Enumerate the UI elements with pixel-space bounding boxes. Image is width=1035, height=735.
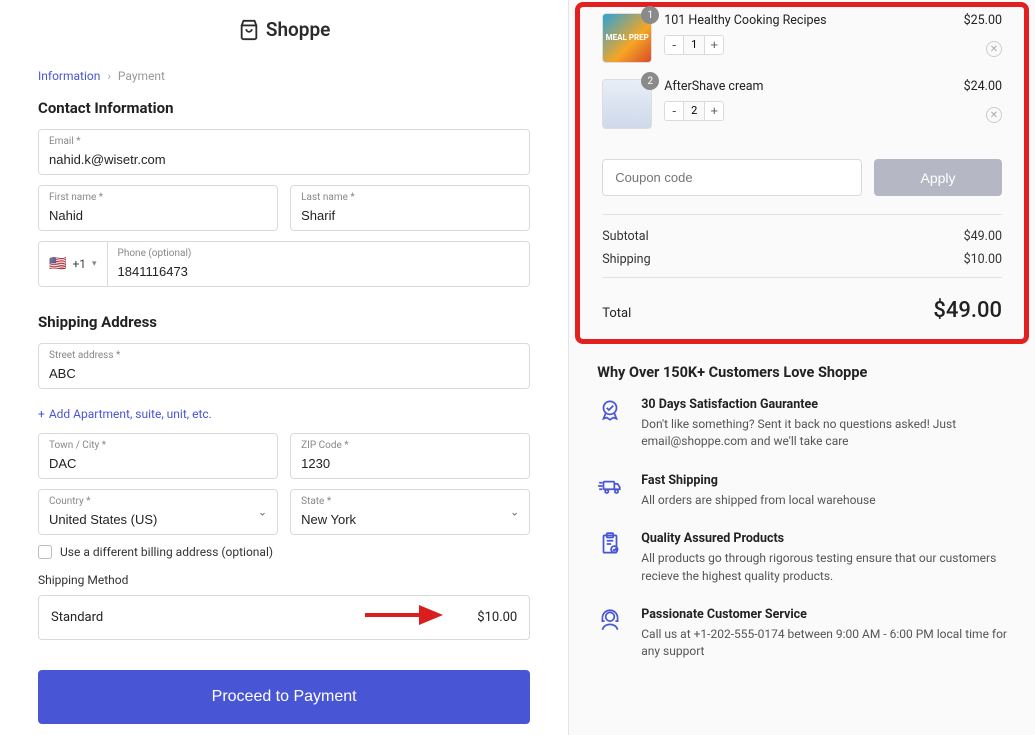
brand-logo: Shoppe bbox=[238, 18, 331, 41]
benefit-row: Passionate Customer Service Call us at +… bbox=[569, 607, 1035, 683]
breadcrumb: Information › Payment bbox=[38, 69, 530, 83]
benefit-title: Quality Assured Products bbox=[641, 531, 1007, 546]
city-input[interactable] bbox=[49, 456, 267, 471]
phone-label: Phone (optional) bbox=[118, 248, 520, 259]
state-value[interactable] bbox=[301, 512, 519, 527]
proceed-to-payment-button[interactable]: Proceed to Payment bbox=[38, 670, 530, 724]
qty-decrease-button[interactable]: - bbox=[665, 36, 683, 54]
cart-item: 2 AfterShave cream - 2 + $24.00 ✕ bbox=[602, 75, 1002, 141]
city-field-wrap[interactable]: Town / City * bbox=[38, 433, 278, 479]
us-flag-icon: 🇺🇸 bbox=[49, 256, 66, 272]
benefit-row: Fast Shipping All orders are shipped fro… bbox=[569, 473, 1035, 531]
qty-increase-button[interactable]: + bbox=[705, 102, 723, 120]
subtotal-value: $49.00 bbox=[964, 229, 1002, 244]
different-billing-checkbox-row[interactable]: Use a different billing address (optiona… bbox=[38, 545, 530, 559]
shopping-bag-icon bbox=[238, 19, 260, 41]
street-label: Street address * bbox=[49, 350, 519, 361]
shipping-label: Shipping bbox=[602, 252, 650, 267]
email-input[interactable] bbox=[49, 152, 519, 167]
phone-prefix: +1 bbox=[72, 257, 86, 271]
annotation-arrow-icon bbox=[363, 603, 443, 631]
plus-icon: + bbox=[38, 407, 45, 421]
zip-input[interactable] bbox=[301, 456, 519, 471]
last-name-field-wrap[interactable]: Last name * bbox=[290, 185, 530, 231]
zip-field-wrap[interactable]: ZIP Code * bbox=[290, 433, 530, 479]
state-select[interactable]: State * ⌄ bbox=[290, 489, 530, 535]
street-field-wrap[interactable]: Street address * bbox=[38, 343, 530, 389]
country-label: Country * bbox=[49, 496, 267, 507]
remove-item-button[interactable]: ✕ bbox=[986, 41, 1002, 57]
first-name-input[interactable] bbox=[49, 208, 267, 223]
cart-summary-box: MEAL PREP 1 101 Healthy Cooking Recipes … bbox=[575, 2, 1029, 344]
benefit-title: 30 Days Satisfaction Gaurantee bbox=[641, 397, 1007, 412]
brand-logo-row: Shoppe bbox=[38, 18, 530, 45]
benefits-heading: Why Over 150K+ Customers Love Shoppe bbox=[597, 364, 1007, 381]
qty-decrease-button[interactable]: - bbox=[665, 102, 683, 120]
shipping-heading: Shipping Address bbox=[38, 313, 530, 331]
coupon-code-input[interactable] bbox=[602, 159, 862, 196]
shipping-method-price: $10.00 bbox=[477, 610, 517, 625]
breadcrumb-next[interactable]: Payment bbox=[118, 69, 165, 83]
breadcrumb-current[interactable]: Information bbox=[38, 69, 100, 83]
contact-heading: Contact Information bbox=[38, 99, 530, 117]
qty-badge: 2 bbox=[641, 72, 659, 90]
country-select[interactable]: Country * ⌄ bbox=[38, 489, 278, 535]
benefit-title: Fast Shipping bbox=[641, 473, 875, 488]
benefit-text: Call us at +1-202-555-0174 between 9:00 … bbox=[641, 626, 1007, 661]
fast-shipping-icon bbox=[597, 473, 625, 509]
city-label: Town / City * bbox=[49, 440, 267, 451]
quantity-stepper[interactable]: - 2 + bbox=[664, 101, 724, 121]
qty-badge: 1 bbox=[641, 6, 659, 24]
state-label: State * bbox=[301, 496, 519, 507]
benefit-title: Passionate Customer Service bbox=[641, 607, 1007, 622]
shipping-value: $10.00 bbox=[964, 252, 1002, 267]
apply-coupon-button[interactable]: Apply bbox=[874, 159, 1002, 196]
cart-item-name: 101 Healthy Cooking Recipes bbox=[664, 13, 951, 28]
total-label: Total bbox=[602, 306, 631, 321]
total-value: $49.00 bbox=[933, 298, 1002, 323]
benefit-text: All orders are shipped from local wareho… bbox=[641, 492, 875, 509]
email-label: Email * bbox=[49, 136, 519, 147]
support-headset-icon bbox=[597, 607, 625, 661]
chevron-right-icon: › bbox=[107, 69, 111, 83]
shipping-method-option[interactable]: Standard $10.00 bbox=[38, 595, 530, 640]
checkout-form-panel: Shoppe Information › Payment Contact Inf… bbox=[0, 0, 569, 735]
clipboard-check-icon bbox=[597, 531, 625, 585]
add-apartment-link[interactable]: + Add Apartment, suite, unit, etc. bbox=[38, 407, 212, 421]
benefit-row: Quality Assured Products All products go… bbox=[569, 531, 1035, 607]
subtotal-label: Subtotal bbox=[602, 229, 648, 244]
add-apartment-label: Add Apartment, suite, unit, etc. bbox=[49, 407, 212, 421]
order-summary-panel: MEAL PREP 1 101 Healthy Cooking Recipes … bbox=[569, 0, 1035, 735]
phone-country-select[interactable]: 🇺🇸 +1 ▾ bbox=[39, 242, 108, 286]
cart-item: MEAL PREP 1 101 Healthy Cooking Recipes … bbox=[602, 9, 1002, 75]
brand-name: Shoppe bbox=[266, 18, 331, 41]
different-billing-label: Use a different billing address (optiona… bbox=[60, 545, 273, 559]
qty-value: 1 bbox=[683, 36, 705, 54]
last-name-input[interactable] bbox=[301, 208, 519, 223]
cart-item-name: AfterShave cream bbox=[664, 79, 951, 94]
quantity-stepper[interactable]: - 1 + bbox=[664, 35, 724, 55]
country-value[interactable] bbox=[49, 512, 267, 527]
qty-value: 2 bbox=[683, 102, 705, 120]
chevron-down-icon: ▾ bbox=[92, 259, 97, 269]
phone-field-wrap[interactable]: 🇺🇸 +1 ▾ Phone (optional) bbox=[38, 241, 530, 287]
first-name-field-wrap[interactable]: First name * bbox=[38, 185, 278, 231]
remove-item-button[interactable]: ✕ bbox=[986, 107, 1002, 123]
phone-input[interactable] bbox=[118, 264, 520, 279]
benefit-text: Don't like something? Sent it back no qu… bbox=[641, 416, 1007, 451]
shipping-method-name: Standard bbox=[51, 610, 103, 625]
street-input[interactable] bbox=[49, 366, 519, 381]
email-field-wrap[interactable]: Email * bbox=[38, 129, 530, 175]
checkbox-icon[interactable] bbox=[38, 545, 52, 559]
first-name-label: First name * bbox=[49, 192, 267, 203]
qty-increase-button[interactable]: + bbox=[705, 36, 723, 54]
guarantee-badge-icon bbox=[597, 397, 625, 451]
zip-label: ZIP Code * bbox=[301, 440, 519, 451]
benefit-text: All products go through rigorous testing… bbox=[641, 550, 1007, 585]
shipping-method-heading: Shipping Method bbox=[38, 573, 530, 587]
benefit-row: 30 Days Satisfaction Gaurantee Don't lik… bbox=[569, 397, 1035, 473]
last-name-label: Last name * bbox=[301, 192, 519, 203]
